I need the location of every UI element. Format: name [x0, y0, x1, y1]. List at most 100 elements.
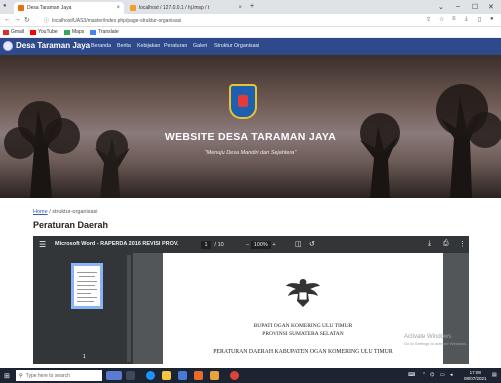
- store-icon[interactable]: [178, 371, 187, 380]
- pdf-more-icon[interactable]: ⋮: [459, 240, 466, 248]
- page-title: Peraturan Daerah: [33, 220, 109, 230]
- windows-start-icon[interactable]: ⊞: [4, 372, 10, 380]
- task-view-icon[interactable]: [126, 371, 135, 380]
- xampp-icon[interactable]: [194, 371, 203, 380]
- rotate-icon[interactable]: ↺: [309, 240, 315, 248]
- print-icon[interactable]: ⎙: [443, 240, 449, 248]
- search-icon: ⚲: [19, 372, 23, 379]
- back-icon[interactable]: ←: [4, 16, 11, 23]
- pdf-page-total: / 10: [214, 242, 224, 248]
- regency-emblem-icon: [229, 84, 257, 119]
- forward-icon[interactable]: →: [14, 16, 21, 23]
- download-icon[interactable]: ⤓: [465, 16, 468, 23]
- share-icon[interactable]: ⇪: [426, 16, 431, 23]
- battery-icon[interactable]: ▭: [440, 372, 445, 378]
- clock-date: 08/07/2021: [464, 375, 487, 381]
- doc-heading-bupati: BUPATI OGAN KOMERING ULU TIMUR: [253, 323, 353, 329]
- thumb-text-line: [79, 276, 95, 277]
- bookmark-star-icon[interactable]: ☆: [439, 16, 444, 23]
- close-tab-icon[interactable]: ×: [112, 5, 120, 11]
- pdf-toolbar: ☰ Microsoft Word - RAPERDA 2016 REVISI P…: [33, 236, 469, 253]
- taskbar-clock[interactable]: 17:08 08/07/2021: [464, 370, 487, 381]
- side-panel-icon[interactable]: ▯: [478, 16, 481, 23]
- hero-subtitle: "Menuju Desa Mandiri dan Sejahtera": [204, 150, 297, 156]
- profile-icon[interactable]: ●: [490, 16, 494, 22]
- new-tab-button[interactable]: +: [250, 3, 254, 10]
- fit-page-icon[interactable]: ◫: [295, 240, 302, 248]
- breadcrumb-current: / struktur-organisasi: [49, 209, 98, 215]
- tab-label: localhost / 127.0.0.1 / hj.lmsp / t: [139, 5, 210, 11]
- thumbnail-scrollbar[interactable]: [127, 255, 131, 362]
- nav-peraturan[interactable]: Peraturan: [164, 43, 187, 49]
- gmail-icon: [3, 29, 9, 35]
- weather-widget-icon[interactable]: [106, 371, 122, 380]
- tab-list-icon[interactable]: ⌄: [438, 3, 444, 11]
- thumb-text-line: [77, 281, 97, 282]
- tree-silhouette-left: [4, 101, 130, 198]
- watermark-subtitle: Go to Settings to activate Windows.: [404, 341, 468, 346]
- url-text: localhost/UAS3/master/index.php/page-str…: [52, 17, 182, 24]
- nav-kebijakan[interactable]: Kebijakan: [137, 43, 160, 49]
- tab-search-icon[interactable]: ●: [3, 3, 7, 9]
- pdf-thumbnail-page-1[interactable]: [71, 263, 103, 309]
- thumb-text-line: [77, 272, 97, 273]
- url-field[interactable]: ⓘ localhost/UAS3/master/index.php/page-s…: [44, 16, 424, 25]
- pdf-document-page: BUPATI OGAN KOMERING ULU TIMUR PROVINSI …: [163, 253, 443, 364]
- pdf-zoom-input[interactable]: 100%: [250, 241, 271, 249]
- breadcrumb-home-link[interactable]: Home: [33, 209, 48, 215]
- bookmark-youtube[interactable]: YouTube: [30, 29, 58, 35]
- nav-struktur-organisasi[interactable]: Struktur Organisasi: [214, 43, 259, 49]
- tray-expand-icon[interactable]: ⌃: [422, 372, 426, 378]
- bookmark-gmail[interactable]: Gmail: [3, 29, 24, 35]
- bookmark-maps[interactable]: Maps: [64, 29, 84, 35]
- pdf-filename: Microsoft Word - RAPERDA 2016 REVISI PRO…: [55, 241, 179, 247]
- zoom-in-icon[interactable]: +: [272, 242, 275, 248]
- info-icon[interactable]: ⓘ: [44, 17, 49, 24]
- youtube-icon: [30, 29, 36, 35]
- windows-taskbar: ⊞ ⚲ Type here to search ⌨ ⌃ ⌬ ▭ ◂ 17:08 …: [0, 368, 501, 383]
- sublime-text-icon[interactable]: [210, 371, 219, 380]
- pdf-download-icon[interactable]: ⤓: [428, 240, 431, 248]
- doc-heading-provinsi: PROVINSI SUMATERA SELATAN: [262, 331, 344, 337]
- breadcrumb: Home / struktur-organisasi: [33, 209, 98, 215]
- close-tab-icon[interactable]: ×: [234, 5, 242, 11]
- pdf-page-indicator: 1 / 10: [201, 241, 224, 249]
- tab-desa-taraman-jaya[interactable]: Desa Taraman Jaya ×: [14, 2, 124, 14]
- maximize-icon[interactable]: ☐: [472, 3, 478, 11]
- thumb-text-line: [77, 297, 97, 298]
- close-window-icon[interactable]: ✕: [488, 3, 494, 11]
- bookmark-translate[interactable]: Translate: [90, 29, 119, 35]
- network-icon[interactable]: ⌬: [430, 372, 434, 378]
- taskbar-search-box[interactable]: ⚲ Type here to search: [16, 370, 102, 381]
- zoom-out-icon[interactable]: −: [246, 242, 249, 248]
- nav-berita[interactable]: Berita: [117, 43, 131, 49]
- reload-icon[interactable]: ↻: [24, 16, 30, 24]
- pdf-page-input[interactable]: 1: [201, 241, 211, 249]
- browser-tab-bar: ● Desa Taraman Jaya × localhost / 127.0.…: [0, 0, 501, 14]
- garuda-emblem-icon: [286, 279, 320, 307]
- watermark-title: Activate Windows: [404, 334, 452, 340]
- phpmyadmin-favicon-icon: [130, 5, 136, 11]
- nav-beranda[interactable]: Beranda: [91, 43, 111, 49]
- site-favicon-icon: [18, 5, 24, 11]
- nav-galeri[interactable]: Galeri: [193, 43, 207, 49]
- activate-windows-watermark: Activate Windows Go to Settings to activ…: [404, 334, 467, 346]
- keyboard-icon[interactable]: ⌨: [408, 372, 415, 378]
- site-logo-icon[interactable]: [3, 41, 13, 51]
- tab-localhost[interactable]: localhost / 127.0.0.1 / hj.lmsp / t ×: [126, 2, 246, 14]
- site-navbar: Desa Taraman Jaya Beranda Berita Kebijak…: [0, 38, 501, 55]
- notifications-icon[interactable]: ▤: [492, 372, 497, 378]
- chrome-icon[interactable]: [230, 371, 239, 380]
- file-explorer-icon[interactable]: [162, 371, 171, 380]
- translate-icon: [90, 29, 96, 35]
- bookmarks-bar: Gmail YouTube Maps Translate: [0, 27, 501, 38]
- thumb-text-line: [77, 301, 94, 302]
- volume-icon[interactable]: ◂: [450, 372, 453, 378]
- minimize-icon[interactable]: –: [456, 3, 460, 10]
- reading-list-icon[interactable]: ≡: [452, 16, 456, 22]
- edge-browser-icon[interactable]: [146, 371, 155, 380]
- site-brand[interactable]: Desa Taraman Jaya: [16, 41, 90, 50]
- pdf-menu-icon[interactable]: ☰: [39, 240, 46, 249]
- maps-icon: [64, 29, 70, 35]
- thumb-text-line: [77, 289, 97, 290]
